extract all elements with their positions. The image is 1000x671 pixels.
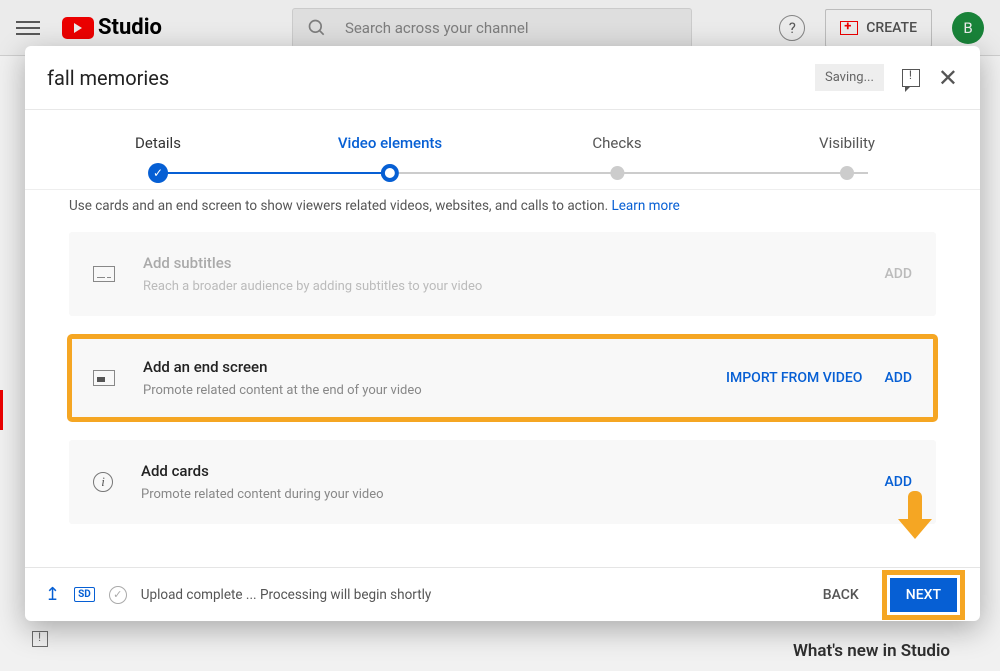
search-icon bbox=[307, 18, 327, 38]
create-label: CREATE bbox=[866, 20, 917, 36]
youtube-play-icon bbox=[62, 17, 94, 39]
close-icon[interactable]: ✕ bbox=[938, 64, 958, 92]
tutorial-arrow-icon bbox=[898, 491, 932, 541]
endscreen-card: Add an end screen Promote related conten… bbox=[69, 336, 936, 420]
step-checks[interactable]: Checks bbox=[592, 134, 641, 180]
dialog-content: Use cards and an end screen to show view… bbox=[25, 190, 980, 567]
search-input[interactable]: Search across your channel bbox=[292, 8, 692, 48]
dialog-title: fall memories bbox=[47, 66, 169, 90]
endscreen-add-button[interactable]: ADD bbox=[884, 370, 912, 386]
learn-more-link[interactable]: Learn more bbox=[612, 198, 680, 214]
step-video-elements[interactable]: Video elements bbox=[338, 134, 442, 182]
subtitles-card: Add subtitles Reach a broader audience b… bbox=[69, 232, 936, 316]
endscreen-sub: Promote related content at the end of yo… bbox=[143, 383, 698, 398]
dialog-header: fall memories Saving... ✕ bbox=[25, 46, 980, 110]
back-button[interactable]: BACK bbox=[811, 579, 871, 611]
youtube-studio-logo[interactable]: Studio bbox=[62, 15, 162, 40]
whats-new-heading: What's new in Studio bbox=[793, 641, 950, 661]
sidebar-active-indicator bbox=[0, 390, 3, 430]
subtitles-sub: Reach a broader audience by adding subti… bbox=[143, 279, 856, 294]
upload-dialog: fall memories Saving... ✕ Details✓ Video… bbox=[25, 46, 980, 621]
import-from-video-button[interactable]: IMPORT FROM VIDEO bbox=[726, 370, 862, 386]
sd-badge: SD bbox=[74, 587, 95, 602]
addcards-title: Add cards bbox=[141, 462, 856, 480]
next-button[interactable]: NEXT bbox=[890, 578, 957, 612]
search-placeholder: Search across your channel bbox=[345, 19, 529, 37]
step-visibility[interactable]: Visibility bbox=[819, 134, 875, 180]
upload-icon: ↥ bbox=[45, 584, 60, 605]
saving-badge: Saving... bbox=[815, 64, 884, 91]
endscreen-title: Add an end screen bbox=[143, 358, 698, 376]
addcards-card: i Add cards Promote related content duri… bbox=[69, 440, 936, 524]
subtitles-add-button: ADD bbox=[884, 266, 912, 282]
endscreen-icon bbox=[93, 370, 115, 386]
avatar[interactable]: B bbox=[952, 12, 984, 44]
intro-text: Use cards and an end screen to show view… bbox=[69, 198, 936, 214]
help-icon[interactable]: ? bbox=[779, 15, 805, 41]
addcards-sub: Promote related content during your vide… bbox=[141, 487, 856, 502]
info-icon: i bbox=[93, 472, 113, 492]
create-button[interactable]: CREATE bbox=[825, 9, 932, 47]
create-video-icon bbox=[840, 21, 858, 35]
step-details[interactable]: Details✓ bbox=[135, 134, 181, 183]
feedback-icon[interactable] bbox=[902, 69, 920, 87]
addcards-add-button[interactable]: ADD bbox=[884, 474, 912, 490]
subtitle-icon bbox=[93, 266, 115, 282]
upload-status: Upload complete ... Processing will begi… bbox=[141, 587, 432, 603]
subtitles-title: Add subtitles bbox=[143, 254, 856, 272]
check-circle-icon: ✓ bbox=[109, 586, 127, 604]
hamburger-menu-icon[interactable] bbox=[16, 16, 40, 40]
logo-text: Studio bbox=[98, 15, 162, 40]
dialog-footer: ↥ SD ✓ Upload complete ... Processing wi… bbox=[25, 567, 980, 621]
stepper: Details✓ Video elements Checks Visibilit… bbox=[25, 110, 980, 190]
feedback-sidebar-icon[interactable] bbox=[32, 631, 48, 647]
next-button-highlight: NEXT bbox=[887, 575, 960, 615]
